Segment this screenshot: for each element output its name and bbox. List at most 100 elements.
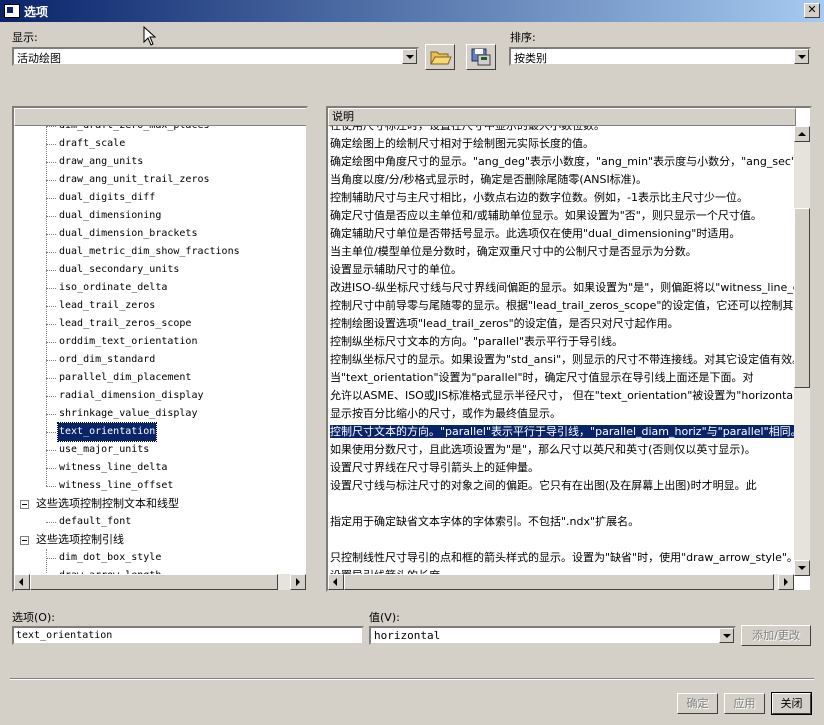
tree-item[interactable]: text_orientation: [14, 422, 306, 442]
tree-item[interactable]: draft_scale: [14, 135, 306, 153]
tree-horizontal-scrollbar[interactable]: [14, 574, 306, 590]
options-tree-panel[interactable]: dim_draft_zero_max_places draft_scaledraw…: [12, 106, 308, 592]
tree-item[interactable]: radial_dimension_display: [14, 387, 306, 405]
description-row[interactable]: 当角度以度/分/秒格式显示时，确定是否删除尾随零(ANSI标准)。: [330, 171, 647, 189]
description-horizontal-scrollbar[interactable]: [328, 574, 794, 590]
tree-item[interactable]: dual_dimension_brackets: [14, 225, 306, 243]
scroll-left-button[interactable]: [328, 574, 344, 590]
description-row[interactable]: 如果使用分数尺寸，且此选项设置为"是"，那么尺寸以英尺和英寸(否则仅以英寸显示)…: [330, 441, 756, 459]
tree-item[interactable]: witness_line_offset: [14, 477, 306, 495]
description-text: 确定尺寸值是否应以主单位和/或辅助单位显示。如果设置为"否"，则只显示一个尺寸值…: [330, 209, 762, 222]
scroll-left-button[interactable]: [14, 574, 30, 590]
description-row[interactable]: 当"text_orientation"设置为"parallel"时，确定尺寸值显…: [330, 369, 754, 387]
tree-item[interactable]: ord_dim_standard: [14, 351, 306, 369]
tree-item[interactable]: dual_metric_dim_show_fractions: [14, 243, 306, 261]
description-row[interactable]: 确定尺寸值是否应以主单位和/或辅助单位显示。如果设置为"否"，则只显示一个尺寸值…: [330, 207, 762, 225]
description-row[interactable]: 设置尺寸线与标注尺寸的对象之间的偏距。它只有在出图(及在屏幕上出图)时才明显。此: [330, 477, 757, 495]
tree-connector: [46, 234, 56, 235]
description-row[interactable]: 当主单位/模型单位是分数时，确定双重尺寸中的公制尺寸是否显示为分数。: [330, 243, 697, 261]
tree-connector: [46, 126, 56, 127]
description-row[interactable]: 允许以ASME、ISO或JIS标准格式显示半径尺寸， 但在"text_orien…: [330, 387, 794, 405]
tree-column-header[interactable]: [14, 108, 306, 126]
description-row[interactable]: 控制纵坐标尺寸的显示。如果设置为"std_ansi"，则显示的尺寸不带连接线。对…: [330, 351, 794, 369]
open-config-button[interactable]: [425, 44, 455, 70]
tree-hscroll-thumb[interactable]: [30, 574, 278, 590]
chevron-down-icon[interactable]: [719, 628, 734, 643]
value-select[interactable]: horizontal: [369, 626, 736, 645]
tree-item[interactable]: iso_ordinate_delta: [14, 279, 306, 297]
chevron-down-icon[interactable]: [794, 49, 809, 64]
scroll-down-button[interactable]: [794, 560, 810, 576]
description-row[interactable]: 控制尺寸文本的方向。"parallel"表示平行于导引线，"parallel_d…: [330, 423, 794, 441]
tree-group[interactable]: 这些选项控制控制文本和线型: [14, 495, 306, 513]
tree-connector: [46, 378, 56, 379]
value-select-value: horizontal: [374, 629, 441, 642]
description-row[interactable]: 只控制线性尺寸导引的点和框的箭头样式的显示。设置为"缺省"时，使用"draw_a…: [330, 549, 794, 567]
description-panel[interactable]: 说明 在使用尺寸标注时，设置在尺寸中显示的最大小数位数。确定绘图上的绘制尺寸相对…: [326, 106, 812, 592]
description-row[interactable]: 确定绘图中角度尺寸的显示。"ang_deg"表示小数度，"ang_min"表示度…: [330, 153, 794, 171]
description-row[interactable]: 改进ISO-纵坐标尺寸线与尺寸界线间偏距的显示。如果设置为"是"，则偏距将以"w…: [330, 279, 794, 297]
tree-item[interactable]: dim_dot_box_style: [14, 549, 306, 567]
description-row[interactable]: 控制尺寸中前导零与尾随零的显示。根据"lead_trail_zeros_scop…: [330, 297, 794, 315]
tree-connector: [46, 396, 56, 397]
scroll-up-button[interactable]: [794, 126, 810, 142]
tree-connector: [46, 432, 56, 433]
description-text: 如果使用分数尺寸，且此选项设置为"是"，那么尺寸以英尺和英寸(否则仅以英寸显示)…: [330, 443, 756, 456]
description-row[interactable]: 显示按百分比缩小的尺寸，或作为最终值显示。: [330, 405, 561, 423]
description-text: 确定绘图上的绘制尺寸相对于绘制图元实际长度的值。: [330, 137, 594, 150]
tree-item[interactable]: witness_line_delta: [14, 459, 306, 477]
tree-item[interactable]: dual_digits_diff: [14, 189, 306, 207]
chevron-down-icon[interactable]: [402, 49, 417, 64]
description-text: 指定用于确定缺省文本字体的字体索引。不包括".ndx"扩展名。: [330, 515, 640, 528]
tree-item-label: draft_scale: [59, 138, 126, 149]
tree-item[interactable]: draw_ang_unit_trail_zeros: [14, 171, 306, 189]
tree-connector: [46, 360, 56, 361]
tree-item[interactable]: lead_trail_zeros: [14, 297, 306, 315]
add-change-button[interactable]: 添加/更改: [741, 625, 811, 646]
description-text: 确定辅助尺寸单位是否带括号显示。此选项仅在使用"dual_dimensionin…: [330, 227, 741, 240]
description-row[interactable]: 控制绘图设置选项"lead_trail_zeros"的设定值，是否只对尺寸起作用…: [330, 315, 679, 333]
description-text: 控制尺寸文本的方向。"parallel"表示平行于导引线，"parallel_d…: [330, 425, 794, 438]
close-window-button[interactable]: ✕: [804, 3, 820, 18]
collapse-icon[interactable]: [20, 536, 29, 545]
tree-item-label: dim_dot_box_style: [59, 552, 162, 563]
tree-item-label: shrinkage_value_display: [59, 408, 198, 419]
tree-item-label: default_font: [59, 516, 132, 527]
tree-item[interactable]: default_font: [14, 513, 306, 531]
tree-item-label: draw_ang_units: [59, 156, 144, 167]
apply-button[interactable]: 应用: [724, 693, 765, 714]
description-row[interactable]: 设置显示辅助尺寸的单位。: [330, 261, 462, 279]
description-row[interactable]: 确定辅助尺寸单位是否带括号显示。此选项仅在使用"dual_dimensionin…: [330, 225, 740, 243]
scroll-right-button[interactable]: [778, 574, 794, 590]
tree-group[interactable]: 这些选项控制引线: [14, 531, 306, 549]
tree-item[interactable]: shrinkage_value_display: [14, 405, 306, 423]
tree-item[interactable]: dual_dimensioning: [14, 207, 306, 225]
description-row[interactable]: 确定绘图上的绘制尺寸相对于绘制图元实际长度的值。: [330, 135, 594, 153]
description-column-header[interactable]: 说明: [328, 108, 796, 126]
tree-item[interactable]: use_major_units: [14, 441, 306, 459]
scroll-right-button[interactable]: [290, 574, 306, 590]
tree-item[interactable]: dim_draft_zero_max_places: [14, 126, 306, 135]
description-vscroll-thumb[interactable]: [794, 208, 810, 388]
description-row[interactable]: 控制纵坐标尺寸文本的方向。"parallel"表示平行于导引线。: [330, 333, 623, 351]
tree-connector: [46, 342, 56, 343]
description-row[interactable]: 指定用于确定缺省文本字体的字体索引。不包括".ndx"扩展名。: [330, 513, 639, 531]
tree-item[interactable]: parallel_dim_placement: [14, 369, 306, 387]
save-apply-button[interactable]: [466, 44, 496, 70]
description-row[interactable]: 控制辅助尺寸与主尺寸相比，小数点右边的数字位数。例如，-1表示比主尺寸少一位。: [330, 189, 748, 207]
tree-item[interactable]: dual_secondary_units: [14, 261, 306, 279]
description-hscroll-thumb[interactable]: [344, 574, 774, 590]
display-select[interactable]: 活动绘图: [12, 47, 419, 66]
description-row[interactable]: 在使用尺寸标注时，设置在尺寸中显示的最大小数位数。: [330, 126, 605, 135]
ok-button[interactable]: 确定: [677, 693, 718, 714]
description-vertical-scrollbar[interactable]: [794, 126, 810, 576]
collapse-icon[interactable]: [20, 500, 29, 509]
option-input[interactable]: text_orientation: [12, 626, 364, 645]
description-text: 当"text_orientation"设置为"parallel"时，确定尺寸值显…: [330, 371, 754, 384]
close-button[interactable]: 关闭: [771, 692, 812, 715]
sort-select[interactable]: 按类别: [509, 47, 811, 66]
tree-item[interactable]: orddim_text_orientation: [14, 333, 306, 351]
tree-item[interactable]: draw_ang_units: [14, 153, 306, 171]
tree-item[interactable]: lead_trail_zeros_scope: [14, 315, 306, 333]
description-row[interactable]: 设置尺寸界线在尺寸导引箭头上的延伸量。: [330, 459, 539, 477]
